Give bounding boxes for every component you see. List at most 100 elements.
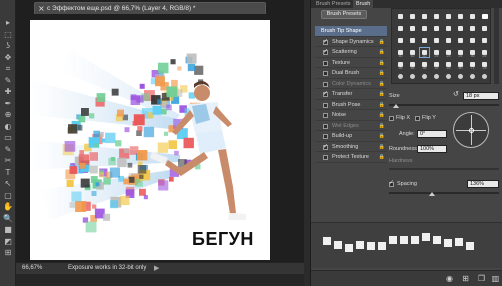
brush-option-scattering[interactable]: Scattering 🔒 <box>315 47 387 58</box>
hardness-slider[interactable] <box>389 168 499 170</box>
lock-icon[interactable]: 🔒 <box>379 58 385 69</box>
brush-tip-swatch[interactable] <box>468 72 477 81</box>
tool-7-icon[interactable]: ✒ <box>3 99 13 108</box>
flip-y-checkbox[interactable] <box>415 116 420 121</box>
brush-tip-swatch[interactable]: 36 <box>408 60 417 70</box>
brush-option-build-up[interactable]: Build-up 🔒 <box>315 131 387 142</box>
brush-tip-swatch[interactable]: 50 <box>456 60 465 70</box>
lock-icon[interactable]: 🔒 <box>379 131 385 142</box>
lock-icon[interactable]: 🔒 <box>379 68 385 79</box>
spacing-field[interactable]: 136% <box>467 180 499 188</box>
tool-12-icon[interactable]: ✂ <box>3 156 13 165</box>
brush-tip-swatch[interactable] <box>408 72 417 81</box>
option-checkbox[interactable] <box>323 47 328 58</box>
brush-tip-swatch[interactable] <box>420 24 429 33</box>
brush-tip-swatch[interactable]: 32 <box>432 60 441 70</box>
brush-tip-swatch[interactable] <box>468 36 477 45</box>
grid-icon[interactable]: ⊞ <box>461 274 470 283</box>
close-tab-icon[interactable]: × <box>38 4 45 14</box>
angle-roundness-dial[interactable] <box>453 112 489 148</box>
brush-tip-swatch[interactable]: 30 <box>408 48 417 58</box>
lock-icon[interactable]: 🔒 <box>379 152 385 163</box>
lock-icon[interactable]: 🔒 <box>379 110 385 121</box>
flip-x-checkbox[interactable] <box>389 116 394 121</box>
panel-tab-brush[interactable]: Brush <box>353 0 374 8</box>
brush-tip-swatch[interactable] <box>432 12 441 21</box>
lock-icon[interactable]: 🔒 <box>379 89 385 100</box>
document-tab[interactable]: × с Эффектом еще.psd @ 66,7% (Layer 4, R… <box>34 2 266 14</box>
brush-grid-scrollbar[interactable] <box>494 8 499 84</box>
brush-tip-swatch[interactable] <box>396 36 405 45</box>
tool-5-icon[interactable]: ✎ <box>3 76 13 85</box>
brush-tip-swatch[interactable] <box>432 24 441 33</box>
spacing-checkbox[interactable] <box>389 179 394 187</box>
brush-tip-swatch[interactable] <box>456 12 465 21</box>
brush-tip-swatch[interactable] <box>420 36 429 45</box>
option-checkbox[interactable] <box>323 134 328 139</box>
status-menu-arrow[interactable]: ▶ <box>154 263 159 274</box>
brush-tip-swatch[interactable] <box>408 36 417 45</box>
brush-option-transfer[interactable]: Transfer 🔒 <box>315 89 387 100</box>
reset-size-icon[interactable]: ↺ <box>453 91 459 99</box>
tool-2-icon[interactable]: ʖ <box>3 41 13 50</box>
option-checkbox[interactable] <box>323 71 328 76</box>
brush-option-noise[interactable]: Noise 🔒 <box>315 110 387 121</box>
brush-option-color-dynamics[interactable]: Color Dynamics 🔒 <box>315 79 387 90</box>
tool-3-icon[interactable]: ✥ <box>3 53 13 62</box>
brush-tip-swatch[interactable] <box>480 12 489 21</box>
brush-tip-swatch[interactable] <box>432 36 441 45</box>
brush-tip-swatch[interactable] <box>444 36 453 45</box>
option-checkbox[interactable] <box>323 155 328 160</box>
brush-tip-swatch[interactable] <box>480 36 489 45</box>
option-checkbox[interactable] <box>323 123 328 129</box>
zoom-level[interactable]: 66,67% <box>22 263 42 274</box>
brush-tip-swatch[interactable]: 25 <box>480 60 489 70</box>
brush-tip-swatch[interactable] <box>444 12 453 21</box>
tool-0-icon[interactable]: ▸ <box>3 18 13 27</box>
canvas[interactable] <box>30 20 270 260</box>
size-field[interactable]: 18 px <box>463 92 499 100</box>
option-checkbox[interactable] <box>323 37 328 47</box>
tool-4-icon[interactable]: ⌗ <box>3 64 13 73</box>
brush-option-brush-pose[interactable]: Brush Pose 🔒 <box>315 100 387 111</box>
brush-tip-swatch[interactable] <box>444 24 453 33</box>
roundness-field[interactable]: 100% <box>417 145 447 153</box>
brush-tip-swatch[interactable] <box>408 24 417 33</box>
brush-tip-swatch[interactable]: 71 <box>468 60 477 70</box>
brush-tip-swatch[interactable] <box>480 24 489 33</box>
brush-tip-swatch[interactable] <box>396 12 405 21</box>
tool-15-icon[interactable]: ▢ <box>3 191 13 200</box>
brush-tip-swatch[interactable]: 30 <box>419 47 430 58</box>
tool-9-icon[interactable]: ◐ <box>3 122 13 131</box>
size-slider-thumb[interactable] <box>393 104 399 108</box>
brush-tip-swatch[interactable]: 25 <box>432 48 441 58</box>
tool-6-icon[interactable]: ✚ <box>3 87 13 96</box>
brush-option-brush-tip-shape[interactable]: Brush Tip Shape <box>315 26 387 37</box>
tool-18-icon[interactable]: ■ <box>3 225 13 234</box>
tool-20-icon[interactable]: ⊞ <box>3 248 13 257</box>
panel-tab-brush-presets[interactable]: Brush Presets <box>313 0 354 8</box>
brush-tip-swatch[interactable] <box>432 72 441 81</box>
brush-presets-button[interactable]: Brush Presets <box>321 10 367 19</box>
lock-icon[interactable]: 🔒 <box>379 37 385 48</box>
brush-tip-swatch[interactable] <box>444 72 453 81</box>
tool-14-icon[interactable]: ↖ <box>3 179 13 188</box>
brush-tip-swatch[interactable]: 25 <box>444 48 453 58</box>
brush-tip-swatch[interactable] <box>468 24 477 33</box>
tool-19-icon[interactable]: ◩ <box>3 237 13 246</box>
lock-icon[interactable]: 🔒 <box>379 79 385 90</box>
spacing-slider[interactable] <box>389 192 499 194</box>
lock-icon[interactable]: 🔒 <box>379 100 385 111</box>
brush-option-dual-brush[interactable]: Dual Brush 🔒 <box>315 68 387 79</box>
brush-tip-grid[interactable]: 30 30 30 25 25 25 36 25 36 36 36 32 25 50 71 25 <box>391 8 491 84</box>
brush-tip-swatch[interactable] <box>420 72 429 81</box>
brush-tip-swatch[interactable]: 36 <box>468 48 477 58</box>
brush-tip-swatch[interactable] <box>420 12 429 21</box>
tool-16-icon[interactable]: ✋ <box>3 202 13 211</box>
horizontal-scrollbar[interactable] <box>16 274 304 286</box>
spacing-slider-thumb[interactable] <box>429 192 435 196</box>
brush-tip-swatch[interactable] <box>408 12 417 21</box>
option-checkbox[interactable] <box>323 102 328 108</box>
brush-tip-swatch[interactable]: 25 <box>456 48 465 58</box>
tool-1-icon[interactable]: ⬚ <box>3 30 13 39</box>
